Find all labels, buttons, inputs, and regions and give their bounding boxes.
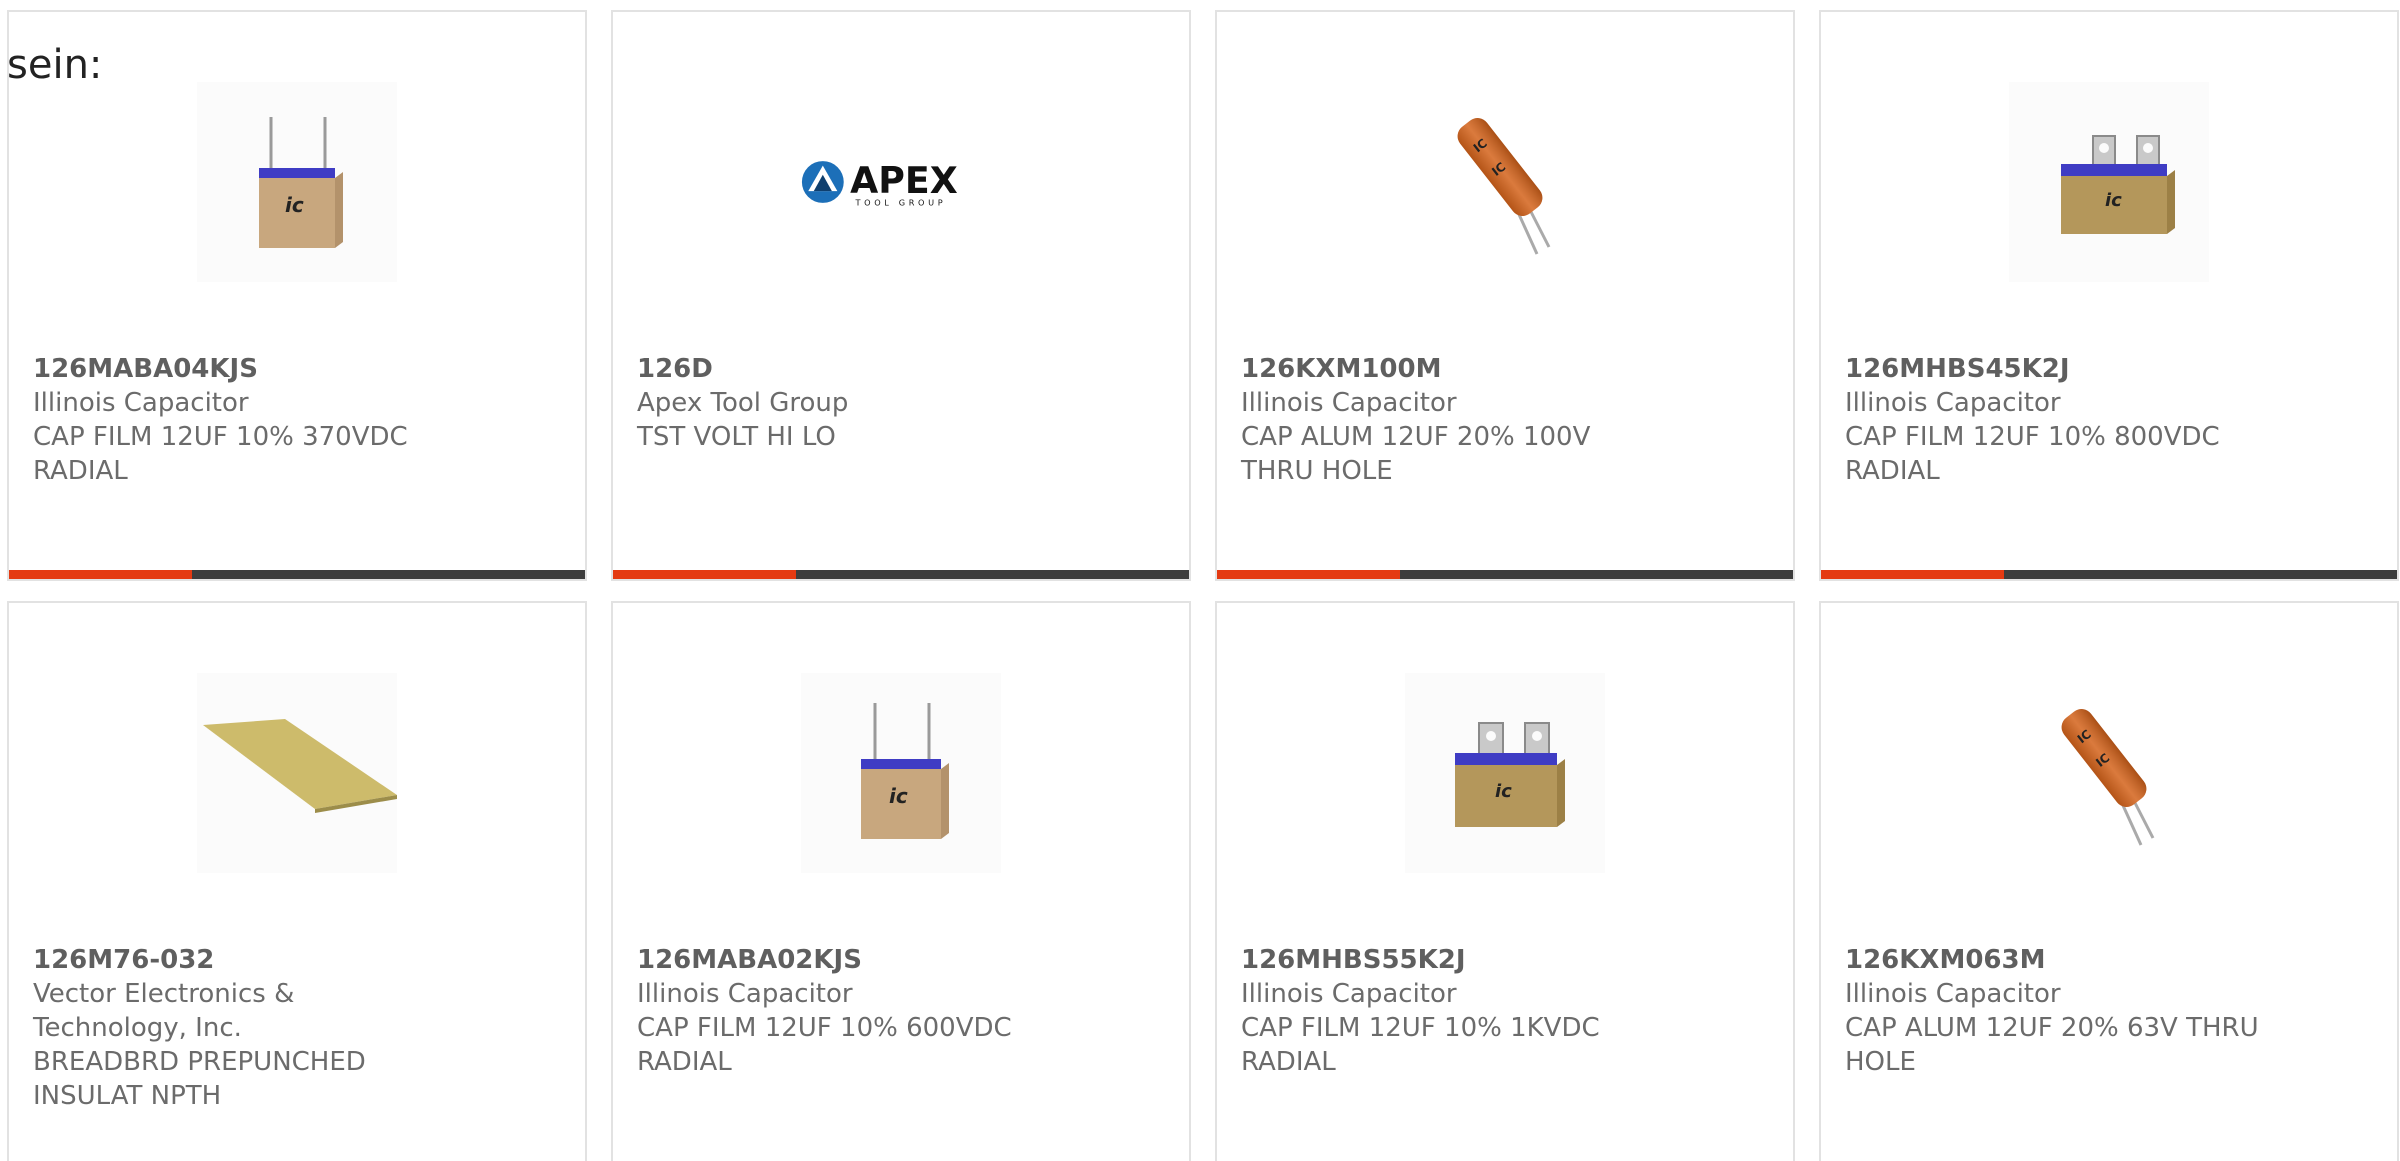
product-info: 126MABA04KJS Illinois Capacitor CAP FILM… bbox=[33, 352, 453, 488]
product-info: 126MHBS45K2J Illinois Capacitor CAP FILM… bbox=[1845, 352, 2265, 488]
manufacturer: Apex Tool Group bbox=[637, 388, 849, 418]
product-info: 126KXM063M Illinois Capacitor CAP ALUM 1… bbox=[1845, 943, 2265, 1079]
description: CAP FILM 12UF 10% 800VDC RADIAL bbox=[1845, 422, 2220, 486]
part-number[interactable]: 126MABA02KJS bbox=[637, 943, 1057, 977]
card-accent-bar bbox=[9, 570, 585, 579]
card-accent-bar bbox=[1217, 570, 1793, 579]
description: CAP FILM 12UF 10% 600VDC RADIAL bbox=[637, 1013, 1012, 1077]
part-number[interactable]: 126MHBS55K2J bbox=[1241, 943, 1661, 977]
svg-text:ic: ic bbox=[889, 784, 908, 808]
box-capacitor-radial-icon: ic bbox=[259, 117, 343, 248]
svg-text:ic: ic bbox=[2105, 190, 2122, 211]
product-info: 126KXM100M Illinois Capacitor CAP ALUM 1… bbox=[1241, 352, 1661, 488]
electrolytic-capacitor-icon: IC IC bbox=[2061, 709, 2155, 846]
manufacturer: Illinois Capacitor bbox=[33, 388, 249, 418]
product-image[interactable] bbox=[197, 673, 397, 873]
description: TST VOLT HI LO bbox=[637, 422, 836, 452]
description: CAP FILM 12UF 10% 370VDC RADIAL bbox=[33, 422, 408, 486]
manufacturer: Illinois Capacitor bbox=[1845, 388, 2061, 418]
box-capacitor-tab-icon: ic bbox=[2061, 135, 2175, 234]
manufacturer: Illinois Capacitor bbox=[1241, 388, 1457, 418]
product-image[interactable]: ic bbox=[1405, 673, 1605, 873]
product-card[interactable]: IC IC 126KXM063M Illinois Capacitor CAP … bbox=[1819, 601, 2399, 1161]
product-card[interactable]: ic 126MHBS55K2J Illinois Capacitor CAP F… bbox=[1215, 601, 1795, 1161]
product-info: 126MHBS55K2J Illinois Capacitor CAP FILM… bbox=[1241, 943, 1661, 1079]
intro-text: sein: bbox=[7, 42, 103, 88]
description: CAP FILM 12UF 10% 1KVDC RADIAL bbox=[1241, 1013, 1600, 1077]
product-card[interactable]: ic 126MABA02KJS Illinois Capacitor CAP F… bbox=[611, 601, 1191, 1161]
manufacturer: Vector Electronics & Technology, Inc. bbox=[33, 979, 295, 1043]
box-capacitor-tab-icon: ic bbox=[1455, 722, 1565, 827]
part-number[interactable]: 126KXM063M bbox=[1845, 943, 2265, 977]
product-grid: ic 126MABA04KJS Illinois Capacitor CAP F… bbox=[7, 10, 2400, 1161]
description: BREADBRD PREPUNCHED INSULAT NPTH bbox=[33, 1047, 366, 1111]
apex-logo-text: APEX bbox=[850, 159, 958, 202]
manufacturer: Illinois Capacitor bbox=[1241, 979, 1457, 1009]
card-accent-bar bbox=[613, 570, 1189, 579]
product-card[interactable]: IC IC 126KXM100M Illinois Capacitor CAP … bbox=[1215, 10, 1795, 581]
product-image[interactable]: IC IC bbox=[1405, 82, 1605, 282]
manufacturer: Illinois Capacitor bbox=[1845, 979, 2061, 1009]
product-info: 126D Apex Tool Group TST VOLT HI LO bbox=[637, 352, 1057, 454]
box-capacitor-radial-icon: ic bbox=[861, 703, 949, 839]
product-card[interactable]: ic 126MABA04KJS Illinois Capacitor CAP F… bbox=[7, 10, 587, 581]
description: CAP ALUM 12UF 20% 63V THRU HOLE bbox=[1845, 1013, 2259, 1077]
part-number[interactable]: 126MHBS45K2J bbox=[1845, 352, 2265, 386]
svg-text:ic: ic bbox=[285, 193, 304, 217]
card-accent-bar bbox=[1821, 570, 2397, 579]
product-card[interactable]: APEX TOOL GROUP 126D Apex Tool Group TST… bbox=[611, 10, 1191, 581]
part-number[interactable]: 126MABA04KJS bbox=[33, 352, 453, 386]
product-card[interactable]: 126M76-032 Vector Electronics & Technolo… bbox=[7, 601, 587, 1161]
product-image[interactable]: APEX TOOL GROUP bbox=[801, 82, 1001, 282]
product-image[interactable]: IC IC bbox=[2009, 673, 2209, 873]
product-card[interactable]: ic 126MHBS45K2J Illinois Capacitor CAP F… bbox=[1819, 10, 2399, 581]
product-image[interactable]: ic bbox=[801, 673, 1001, 873]
description: CAP ALUM 12UF 20% 100V THRU HOLE bbox=[1241, 422, 1591, 486]
product-info: 126MABA02KJS Illinois Capacitor CAP FILM… bbox=[637, 943, 1057, 1079]
svg-text:ic: ic bbox=[1495, 781, 1512, 802]
part-number[interactable]: 126M76-032 bbox=[33, 943, 453, 977]
product-info: 126M76-032 Vector Electronics & Technolo… bbox=[33, 943, 453, 1113]
manufacturer: Illinois Capacitor bbox=[637, 979, 853, 1009]
part-number[interactable]: 126KXM100M bbox=[1241, 352, 1661, 386]
apex-logo-tagline: TOOL GROUP bbox=[855, 198, 947, 208]
product-image[interactable]: ic bbox=[197, 82, 397, 282]
part-number[interactable]: 126D bbox=[637, 352, 1057, 386]
breadboard-icon bbox=[203, 719, 397, 813]
product-image[interactable]: ic bbox=[2009, 82, 2209, 282]
apex-logo-icon: APEX TOOL GROUP bbox=[801, 159, 958, 208]
electrolytic-capacitor-icon: IC IC bbox=[1457, 118, 1551, 255]
